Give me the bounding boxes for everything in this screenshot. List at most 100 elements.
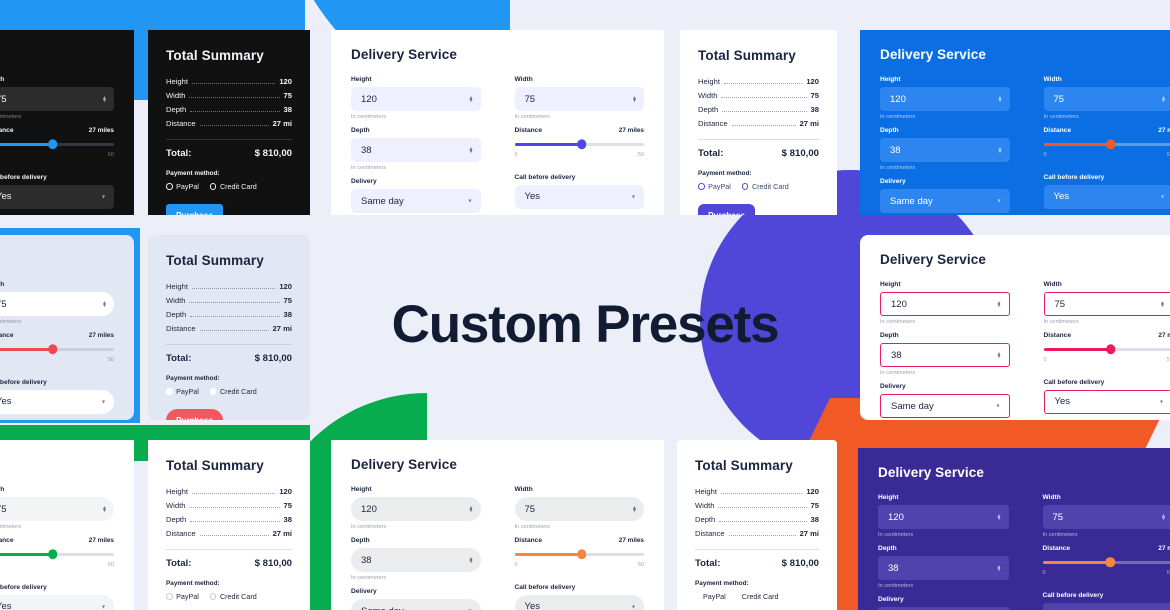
height-stepper[interactable]: ▲ ▼ — [469, 505, 474, 513]
width-input[interactable]: 75 — [525, 94, 536, 105]
slider-knob[interactable] — [47, 549, 58, 560]
depth-field[interactable]: Depth 38 ▲ ▼ In centimeters — [880, 127, 1010, 171]
slider-knob[interactable] — [1106, 139, 1116, 150]
height-input[interactable]: 120 — [888, 512, 904, 523]
radio-icon[interactable] — [166, 183, 173, 190]
depth-input[interactable]: 38 — [361, 555, 372, 566]
chevron-down-icon[interactable]: ▾ — [632, 603, 635, 610]
depth-field[interactable]: Depth 38 ▲ ▼ In centimeters — [878, 545, 1009, 589]
chevron-down-icon[interactable]: ▾ — [996, 403, 999, 410]
radio-icon[interactable] — [698, 183, 705, 190]
width-field[interactable]: Width 75 ▲ ▼ In centimeters — [1043, 76, 1170, 120]
delivery-select-value[interactable]: Same day — [890, 196, 933, 207]
call-before-delivery-field[interactable]: Call before delivery Yes ▾ — [1042, 592, 1170, 610]
height-field[interactable]: Height 120 ▲ ▼ In centimeters — [878, 494, 1009, 538]
chevron-down-icon[interactable]: ▾ — [1161, 193, 1164, 200]
chevron-down-icon[interactable]: ▾ — [102, 398, 105, 405]
width-input[interactable]: 75 — [1054, 94, 1065, 105]
delivery-select-field[interactable]: Delivery Same day ▾ — [880, 178, 1010, 213]
height-stepper[interactable]: ▲ ▼ — [997, 513, 1002, 521]
radio-icon[interactable] — [209, 593, 217, 600]
distance-slider-track[interactable] — [0, 139, 114, 150]
depth-input[interactable]: 38 — [888, 563, 899, 574]
creditcard-radio-option[interactable]: Credit Card — [741, 182, 789, 191]
width-stepper[interactable]: ▲ ▼ — [632, 95, 637, 103]
call-select-value[interactable]: Yes — [1054, 191, 1070, 202]
distance-slider-track[interactable] — [1043, 139, 1170, 150]
radio-icon[interactable] — [209, 388, 217, 395]
height-input[interactable]: 120 — [361, 94, 377, 105]
delivery-select-field[interactable]: Delivery Same day ▾ — [878, 596, 1009, 610]
width-field[interactable]: Width 75 ▲ ▼ In centimeters — [1042, 494, 1170, 538]
slider-knob[interactable] — [577, 549, 587, 560]
width-field[interactable]: Width 75 ▲ ▼ In centimeters — [514, 486, 644, 530]
call-select-value[interactable]: Yes — [525, 601, 541, 610]
call-before-delivery-field[interactable]: Call before delivery Yes ▾ — [514, 174, 644, 209]
height-field[interactable]: Height 120 ▲ ▼ In centimeters — [351, 486, 481, 530]
distance-slider-field[interactable]: Distance 27 miles 0 50 — [0, 537, 114, 568]
depth-stepper[interactable]: ▲ ▼ — [997, 564, 1002, 572]
distance-slider-field[interactable]: Distance 27 miles 0 50 — [514, 537, 644, 568]
call-select-value[interactable]: Yes — [1055, 396, 1071, 407]
chevron-down-icon[interactable]: ▾ — [1160, 398, 1163, 405]
creditcard-radio-option[interactable]: Credit Card — [742, 592, 779, 601]
delivery-select-field[interactable]: Delivery Same day ▾ — [351, 178, 481, 213]
purchase-button[interactable]: Purchase — [698, 204, 755, 215]
call-select-value[interactable]: Yes — [0, 191, 12, 202]
distance-slider-field[interactable]: Distance 27 m 0 50 — [1043, 127, 1170, 158]
paypal-radio-option[interactable]: PayPal — [698, 182, 731, 191]
creditcard-radio-option[interactable]: Credit Card — [209, 592, 257, 601]
radio-icon[interactable] — [741, 183, 749, 190]
width-input[interactable]: 75 — [525, 504, 536, 515]
width-stepper[interactable]: ▲ ▼ — [1161, 95, 1166, 103]
call-before-delivery-field[interactable]: Call before delivery Yes ▾ — [0, 174, 114, 209]
chevron-down-icon[interactable]: ▾ — [102, 193, 105, 200]
width-field[interactable]: Width 75 ▲ ▼ In centimeters — [514, 76, 644, 120]
width-stepper[interactable]: ▲ ▼ — [102, 95, 107, 103]
height-input[interactable]: 120 — [361, 504, 377, 515]
depth-stepper[interactable]: ▲ ▼ — [998, 146, 1003, 154]
width-stepper[interactable]: ▲ ▼ — [102, 505, 107, 513]
depth-field[interactable]: Depth 38 ▲ ▼ In centimeters — [351, 127, 481, 171]
distance-slider-field[interactable]: Distance 27 miles 0 50 — [514, 127, 644, 158]
width-field[interactable]: Width 75 ▲ ▼ In centimeters — [0, 486, 114, 530]
radio-icon[interactable] — [209, 183, 217, 190]
call-before-delivery-field[interactable]: Call before delivery Yes ▾ — [514, 584, 644, 610]
slider-knob[interactable] — [47, 139, 58, 150]
distance-slider-track[interactable] — [1042, 557, 1170, 568]
distance-slider-field[interactable]: Distance 27 miles 0 50 — [0, 127, 114, 158]
width-stepper[interactable]: ▲ ▼ — [632, 505, 637, 513]
width-input[interactable]: 75 — [0, 94, 7, 105]
purchase-button[interactable]: Purchase — [166, 409, 223, 420]
creditcard-radio-option[interactable]: Credit Card — [209, 387, 257, 396]
depth-input[interactable]: 38 — [890, 145, 901, 156]
radio-icon[interactable] — [166, 388, 173, 395]
width-input[interactable]: 75 — [0, 504, 7, 515]
delivery-select-value[interactable]: Same day — [361, 606, 404, 610]
depth-stepper[interactable]: ▲ ▼ — [469, 146, 474, 154]
distance-slider-track[interactable] — [514, 139, 644, 150]
paypal-radio-option[interactable]: PayPal — [166, 182, 199, 191]
paypal-radio-option[interactable]: PayPal — [703, 592, 726, 601]
chevron-down-icon[interactable]: ▾ — [997, 198, 1000, 205]
delivery-select-field[interactable]: Delivery Same day ▾ — [351, 588, 481, 610]
call-before-delivery-field[interactable]: Call before delivery Yes ▾ — [1043, 379, 1170, 414]
chevron-down-icon[interactable]: ▾ — [468, 198, 471, 205]
paypal-radio-option[interactable]: PayPal — [166, 387, 199, 396]
chevron-down-icon[interactable]: ▾ — [632, 193, 635, 200]
depth-input[interactable]: 38 — [361, 145, 372, 156]
height-field[interactable]: Height 120 ▲ ▼ In centimeters — [880, 76, 1010, 120]
call-before-delivery-field[interactable]: Call before delivery Yes ▾ — [0, 379, 114, 414]
paypal-radio-option[interactable]: PayPal — [166, 592, 199, 601]
height-stepper[interactable]: ▲ ▼ — [998, 95, 1003, 103]
height-input[interactable]: 120 — [890, 94, 906, 105]
call-before-delivery-field[interactable]: Call before delivery Yes ▾ — [0, 584, 114, 610]
depth-stepper[interactable]: ▲ ▼ — [469, 556, 474, 564]
radio-icon[interactable] — [166, 593, 173, 600]
chevron-down-icon[interactable]: ▾ — [102, 603, 105, 610]
width-stepper[interactable]: ▲ ▼ — [1161, 513, 1166, 521]
call-select-value[interactable]: Yes — [525, 191, 541, 202]
delivery-select-value[interactable]: Same day — [891, 401, 934, 412]
call-before-delivery-field[interactable]: Call before delivery Yes ▾ — [1043, 174, 1170, 209]
distance-slider-field[interactable]: Distance 27 m 0 50 — [1042, 545, 1170, 576]
